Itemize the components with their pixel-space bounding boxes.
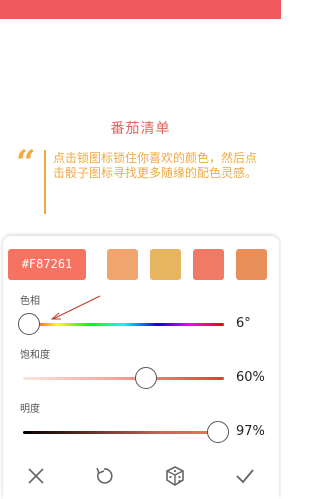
quote-divider [44, 150, 46, 214]
page: 番茄清单 “ 点击锁图标锁住你喜欢的颜色，然后点击骰子图标寻找更多随缘的配色灵感… [0, 0, 281, 499]
undo-icon[interactable] [93, 465, 115, 487]
check-icon[interactable] [234, 465, 256, 487]
close-icon[interactable] [25, 465, 47, 487]
dice-icon[interactable] [164, 465, 186, 487]
quote-mark-icon: “ [16, 143, 36, 183]
quote-text: 点击锁图标锁住你喜欢的颜色，然后点击骰子图标寻找更多随缘的配色灵感。 [53, 151, 258, 180]
page-title: 番茄清单 [110, 121, 171, 137]
annotation-arrow-icon [50, 295, 101, 320]
status-bar [0, 0, 281, 19]
color-picker-panel: #F87261 色相 6° 饱和度 60% 明度 97% [3, 236, 279, 499]
